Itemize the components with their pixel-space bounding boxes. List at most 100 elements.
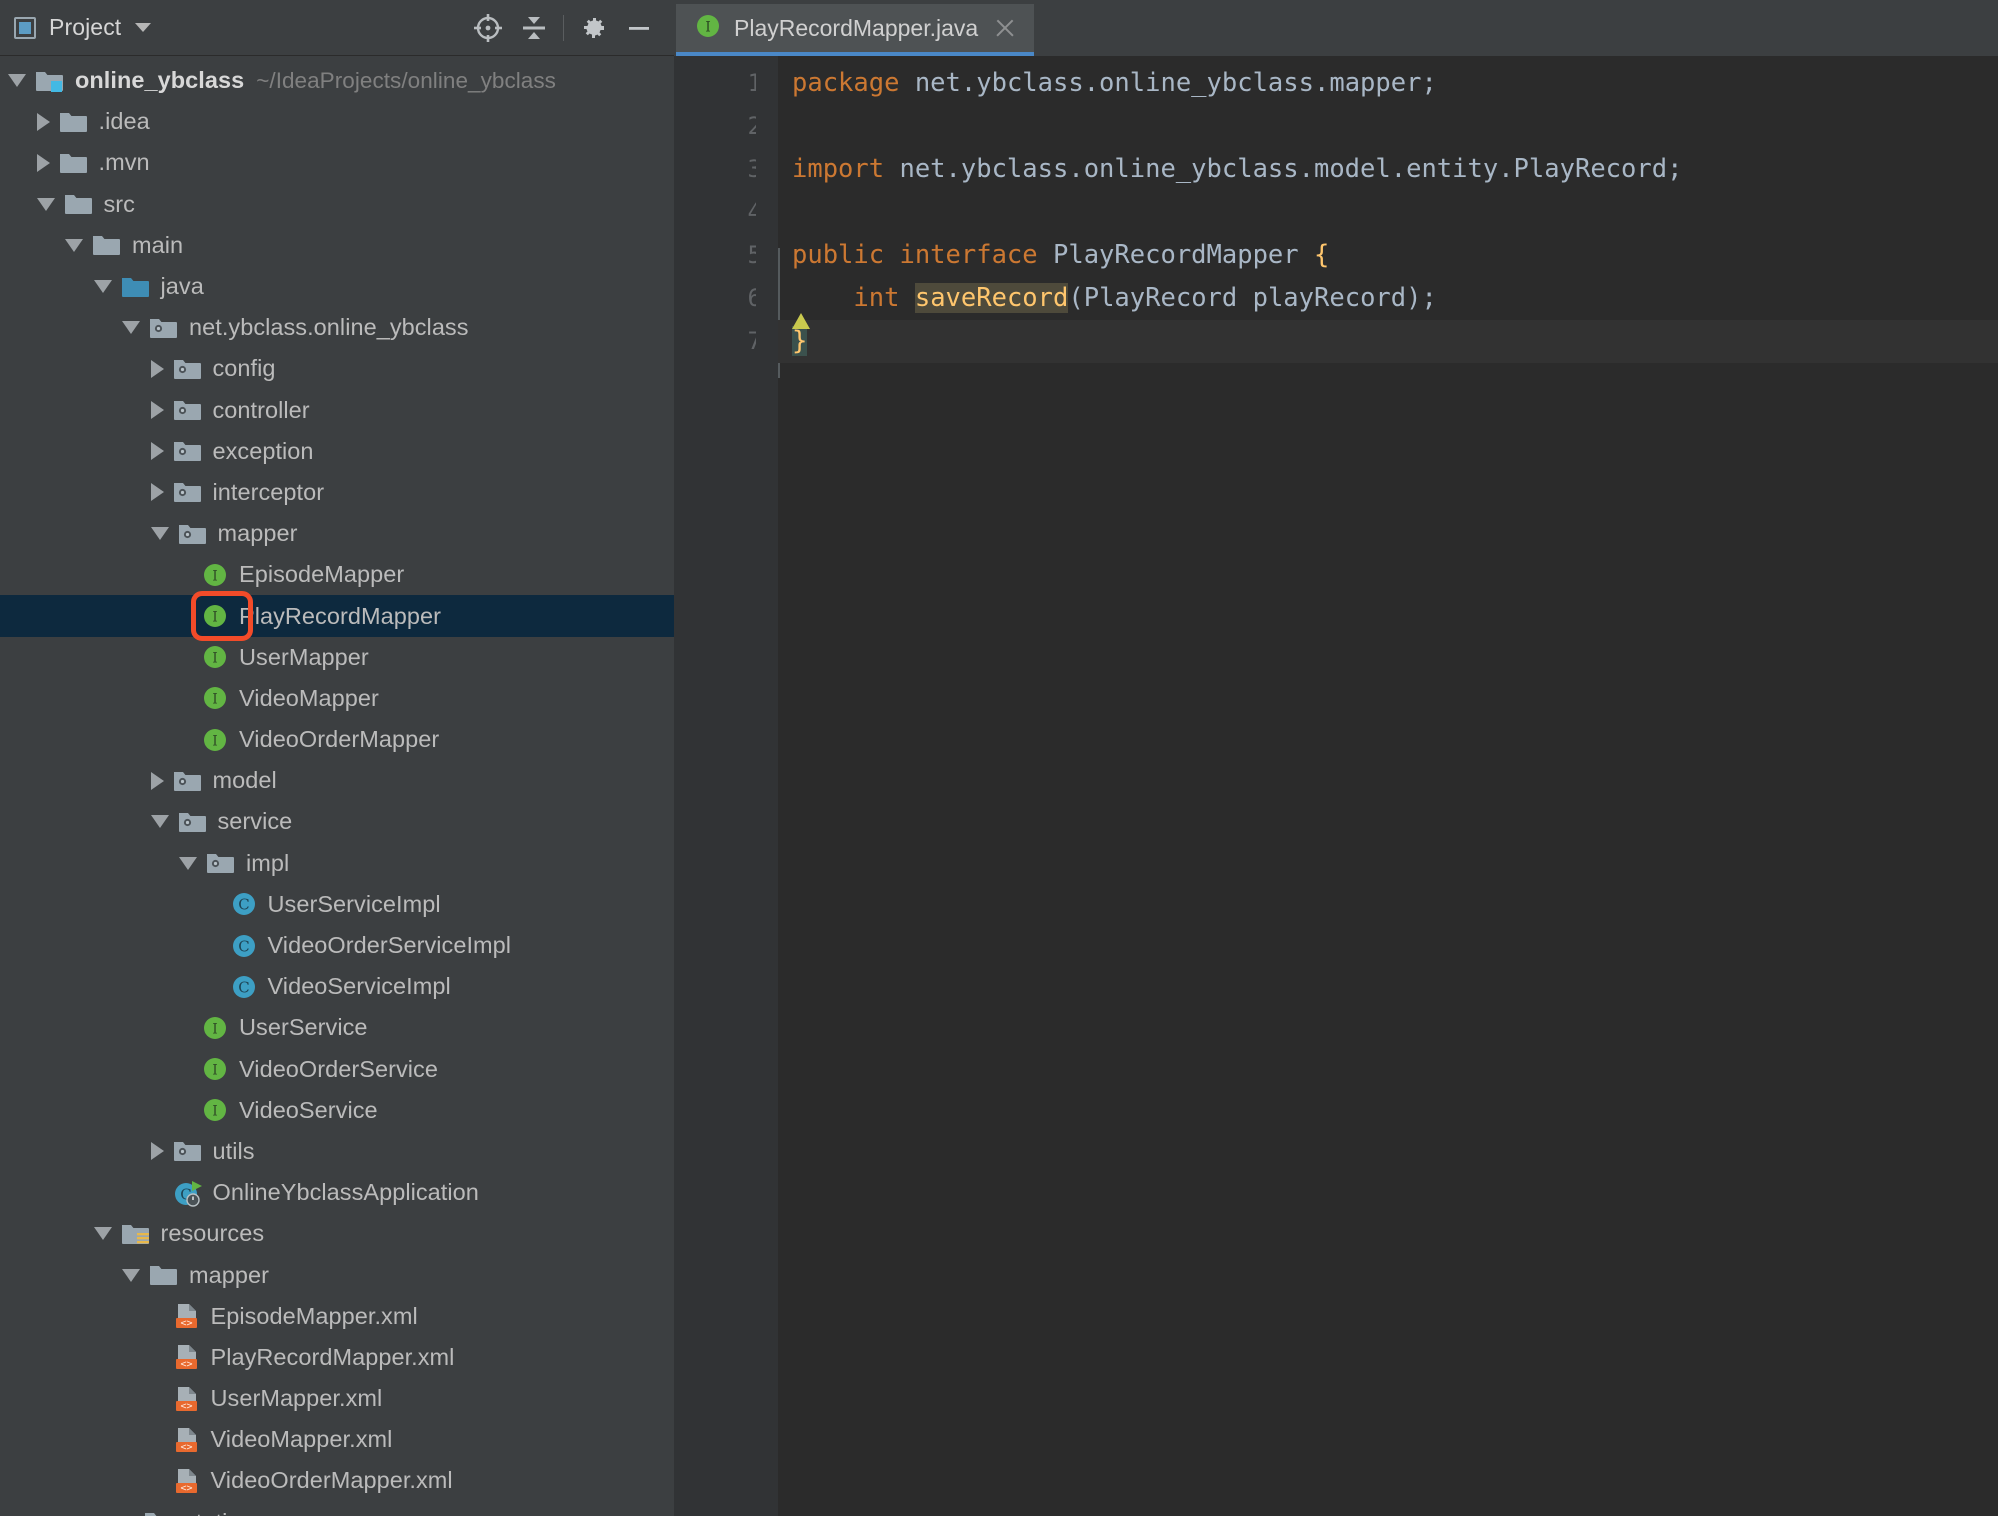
chevron-right-icon[interactable] xyxy=(36,112,50,131)
tree-row[interactable]: I VideoOrderService xyxy=(0,1049,674,1090)
chevron-right-icon[interactable] xyxy=(150,401,164,420)
tree-row[interactable]: exception xyxy=(0,431,674,472)
chevron-down-icon[interactable] xyxy=(65,238,83,252)
tree-row[interactable]: config xyxy=(0,348,674,389)
chevron-right-icon[interactable] xyxy=(150,1142,164,1161)
tree-row[interactable]: C VideoServiceImpl xyxy=(0,966,674,1007)
tree-row[interactable]: mapper xyxy=(0,1254,674,1295)
locate-file-icon[interactable] xyxy=(465,5,511,51)
tree-row-label: OnlineYbclassApplication xyxy=(212,1179,479,1206)
tree-row[interactable]: resources xyxy=(0,1213,674,1254)
code-line[interactable]: } xyxy=(778,320,1998,363)
chevron-right-icon[interactable] xyxy=(150,442,164,461)
tree-row[interactable]: C OnlineYbclassApplication xyxy=(0,1172,674,1213)
tree-row[interactable]: I VideoService xyxy=(0,1090,674,1131)
tree-row[interactable]: model xyxy=(0,760,674,801)
code-token: int xyxy=(853,283,915,313)
tree-row[interactable]: main xyxy=(0,225,674,266)
class-icon: C xyxy=(230,890,258,918)
tree-row[interactable]: <> VideoMapper.xml xyxy=(0,1419,674,1460)
tree-row[interactable]: net.ybclass.online_ybclass xyxy=(0,307,674,348)
chevron-down-icon[interactable] xyxy=(93,280,112,294)
tree-row[interactable]: I VideoOrderMapper xyxy=(0,719,674,760)
editor-tab-playrecordmapper[interactable]: I PlayRecordMapper.java xyxy=(676,4,1035,56)
code-line[interactable] xyxy=(778,191,1998,234)
tree-row-label: exception xyxy=(212,437,314,464)
interface-icon: I xyxy=(694,12,722,45)
tree-row[interactable]: service xyxy=(0,801,674,842)
tree-row[interactable]: C UserServiceImpl xyxy=(0,884,674,925)
chevron-down-icon[interactable] xyxy=(135,23,152,32)
xml-file-icon: <> xyxy=(173,1343,201,1371)
code-line[interactable]: int saveRecord(PlayRecord playRecord); xyxy=(778,277,1998,320)
chevron-down-icon[interactable] xyxy=(122,321,140,335)
project-tree[interactable]: online_ybclass ~/IdeaProjects/online_ybcl… xyxy=(0,56,674,1516)
tree-row-label: EpisodeMapper xyxy=(239,561,405,588)
tree-row[interactable]: <> VideoOrderMapper.xml xyxy=(0,1460,674,1501)
minimize-icon[interactable] xyxy=(616,5,662,51)
tree-row-label: .mvn xyxy=(98,149,150,176)
tree-row[interactable]: mapper xyxy=(0,513,674,554)
tree-row[interactable]: I UserMapper xyxy=(0,637,674,678)
tree-row[interactable]: <> UserMapper.xml xyxy=(0,1378,674,1419)
tree-row[interactable]: .mvn xyxy=(0,142,674,183)
chevron-down-icon[interactable] xyxy=(150,815,169,829)
code-line[interactable]: import net.ybclass.online_ybclass.model.… xyxy=(778,148,1998,191)
chevron-down-icon[interactable] xyxy=(93,1227,112,1241)
tree-row[interactable]: <> EpisodeMapper.xml xyxy=(0,1296,674,1337)
tree-row-label: VideoOrderMapper.xml xyxy=(210,1467,453,1494)
chevron-right-icon[interactable] xyxy=(150,771,164,790)
collapse-all-icon[interactable] xyxy=(511,5,557,51)
tree-row[interactable]: <> PlayRecordMapper.xml xyxy=(0,1337,674,1378)
chevron-right-icon[interactable] xyxy=(150,483,164,502)
tree-row-selected[interactable]: I PlayRecordMapper xyxy=(0,595,674,637)
tree-row[interactable]: controller xyxy=(0,390,674,431)
chevron-down-icon[interactable] xyxy=(122,1268,140,1282)
chevron-down-icon[interactable] xyxy=(150,527,169,541)
tree-row[interactable]: I EpisodeMapper xyxy=(0,554,674,595)
chevron-down-icon[interactable] xyxy=(8,74,26,88)
fold-gutter[interactable] xyxy=(756,56,778,1516)
chevron-down-icon[interactable] xyxy=(36,197,55,211)
tree-row-label: interceptor xyxy=(212,478,325,505)
code-editor[interactable]: 1234567 package net.ybclass.online_ybcla… xyxy=(674,56,1998,1516)
close-icon[interactable] xyxy=(992,15,1018,41)
svg-text:I: I xyxy=(212,610,218,626)
code-line[interactable]: public interface PlayRecordMapper { xyxy=(778,234,1998,277)
tree-row[interactable]: utils xyxy=(0,1131,674,1172)
tree-row-label: EpisodeMapper.xml xyxy=(210,1302,418,1329)
tree-row[interactable]: C VideoOrderServiceImpl xyxy=(0,925,674,966)
tree-row-label: model xyxy=(212,767,277,794)
tree-row-label: service xyxy=(217,808,293,835)
package-icon xyxy=(178,521,208,547)
package-icon xyxy=(173,768,203,794)
tree-row[interactable]: static xyxy=(0,1502,674,1516)
folder-icon xyxy=(64,191,94,217)
svg-text:<>: <> xyxy=(180,1442,192,1453)
tree-row[interactable]: .idea xyxy=(0,101,674,142)
gear-icon[interactable] xyxy=(570,5,616,51)
code-line[interactable]: package net.ybclass.online_ybclass.mappe… xyxy=(778,62,1998,105)
tree-row[interactable]: online_ybclass ~/IdeaProjects/online_ybcl… xyxy=(0,60,674,101)
tree-row-label: impl xyxy=(246,849,290,876)
tree-row-label: .idea xyxy=(98,108,150,135)
chevron-right-icon[interactable] xyxy=(150,359,164,378)
interface-icon: I xyxy=(201,1014,229,1042)
tree-row[interactable]: impl xyxy=(0,843,674,884)
tree-row-label: UserMapper.xml xyxy=(210,1385,383,1412)
tree-row[interactable]: I UserService xyxy=(0,1007,674,1048)
package-icon xyxy=(173,397,203,423)
svg-text:I: I xyxy=(212,1104,218,1120)
tree-row[interactable]: src xyxy=(0,184,674,225)
svg-text:I: I xyxy=(212,733,218,749)
tree-row[interactable]: I VideoMapper xyxy=(0,678,674,719)
svg-text:I: I xyxy=(212,651,218,667)
xml-file-icon: <> xyxy=(173,1426,201,1454)
tree-row[interactable]: java xyxy=(0,266,674,307)
tree-row[interactable]: interceptor xyxy=(0,472,674,513)
code-content[interactable]: package net.ybclass.online_ybclass.mappe… xyxy=(778,56,1998,1516)
folder-icon xyxy=(149,1262,179,1288)
chevron-down-icon[interactable] xyxy=(179,856,197,870)
chevron-right-icon[interactable] xyxy=(36,153,50,172)
code-line[interactable] xyxy=(778,105,1998,148)
